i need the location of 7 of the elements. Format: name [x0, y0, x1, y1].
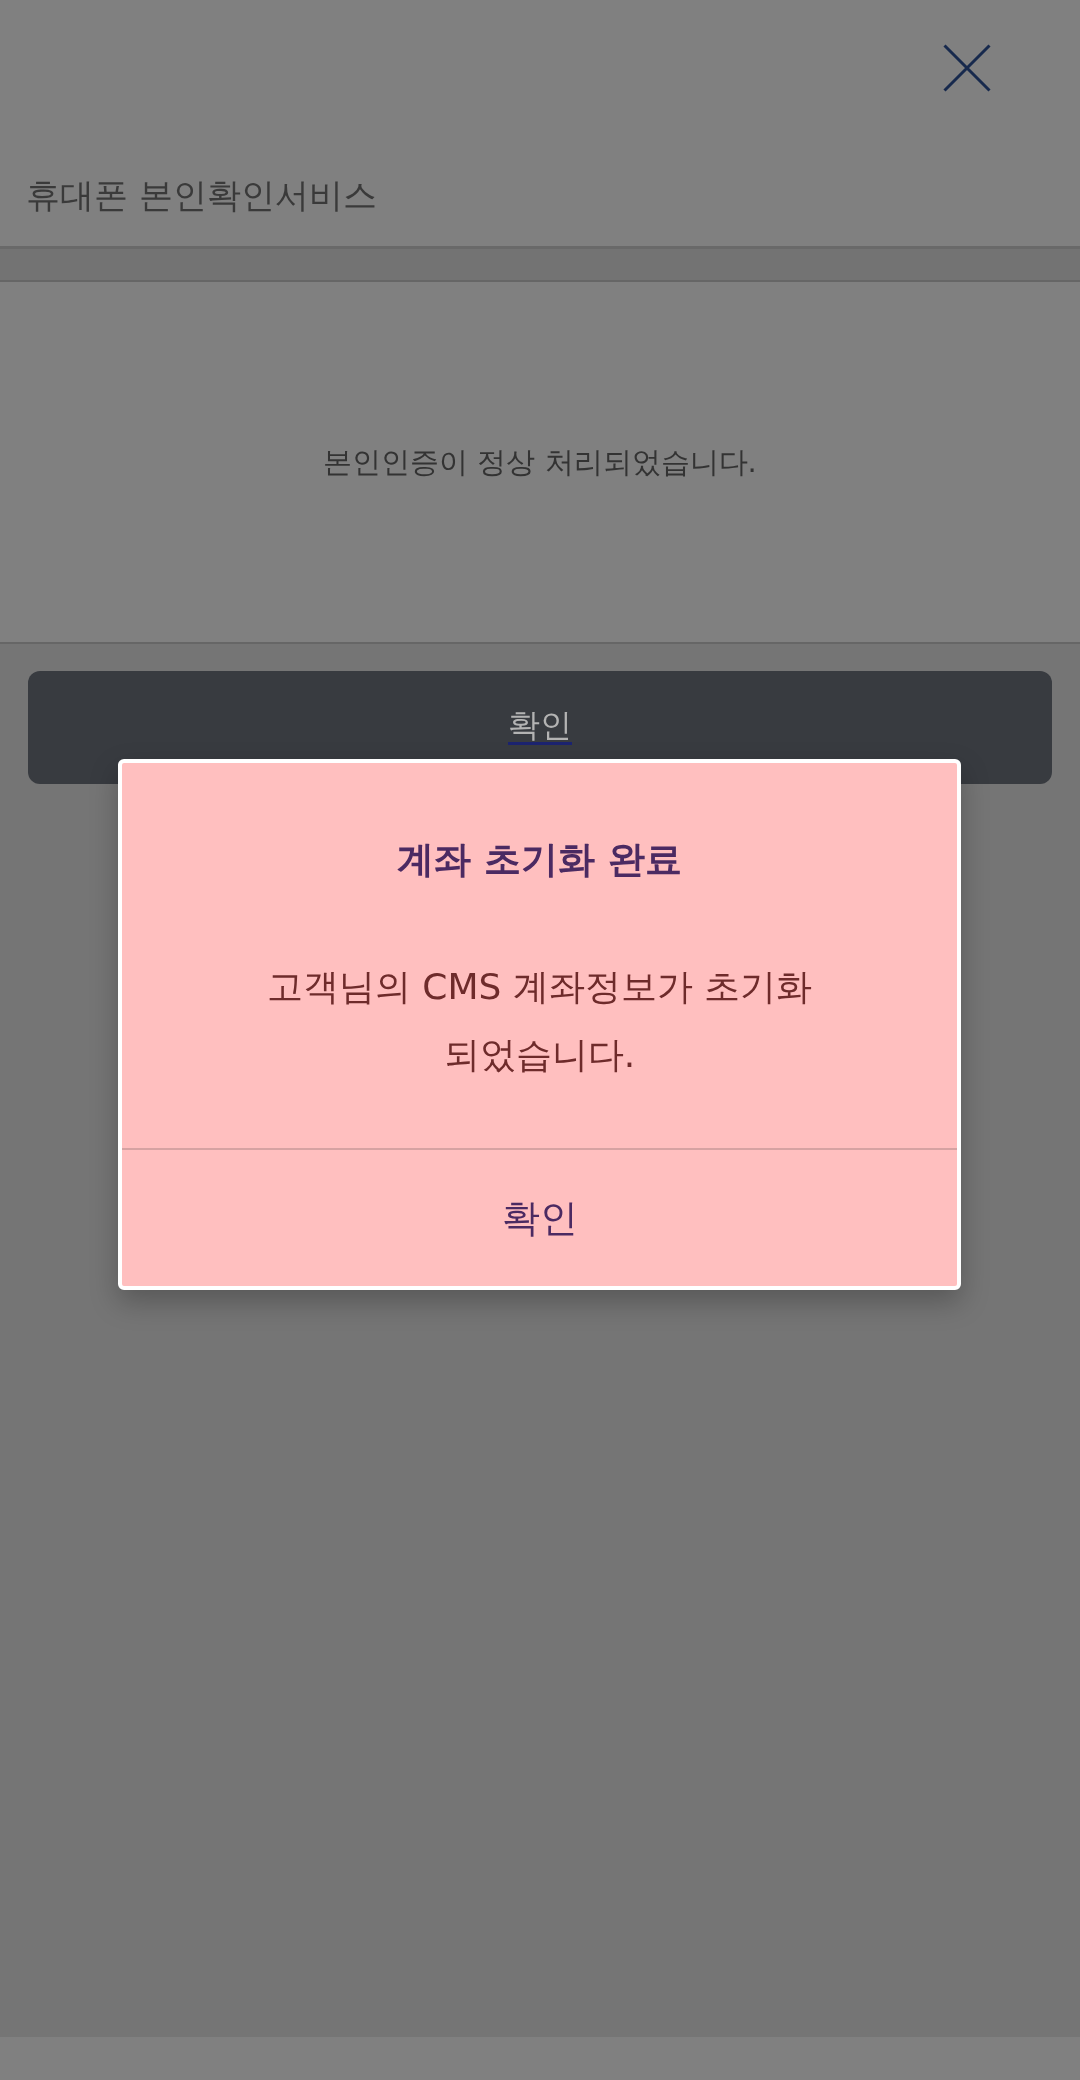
close-icon: [943, 44, 991, 92]
dialog-title: 계좌 초기화 완료: [397, 837, 682, 883]
dialog-confirm-button[interactable]: 확인: [122, 1148, 957, 1286]
status-message: 본인인증이 정상 처리되었습니다.: [323, 444, 757, 481]
close-button[interactable]: [943, 44, 991, 92]
page-title: 휴대폰 본인확인서비스: [26, 174, 377, 216]
dialog-message: 고객님의 CMS 계좌정보가 초기화 되었습니다.: [265, 965, 814, 1077]
